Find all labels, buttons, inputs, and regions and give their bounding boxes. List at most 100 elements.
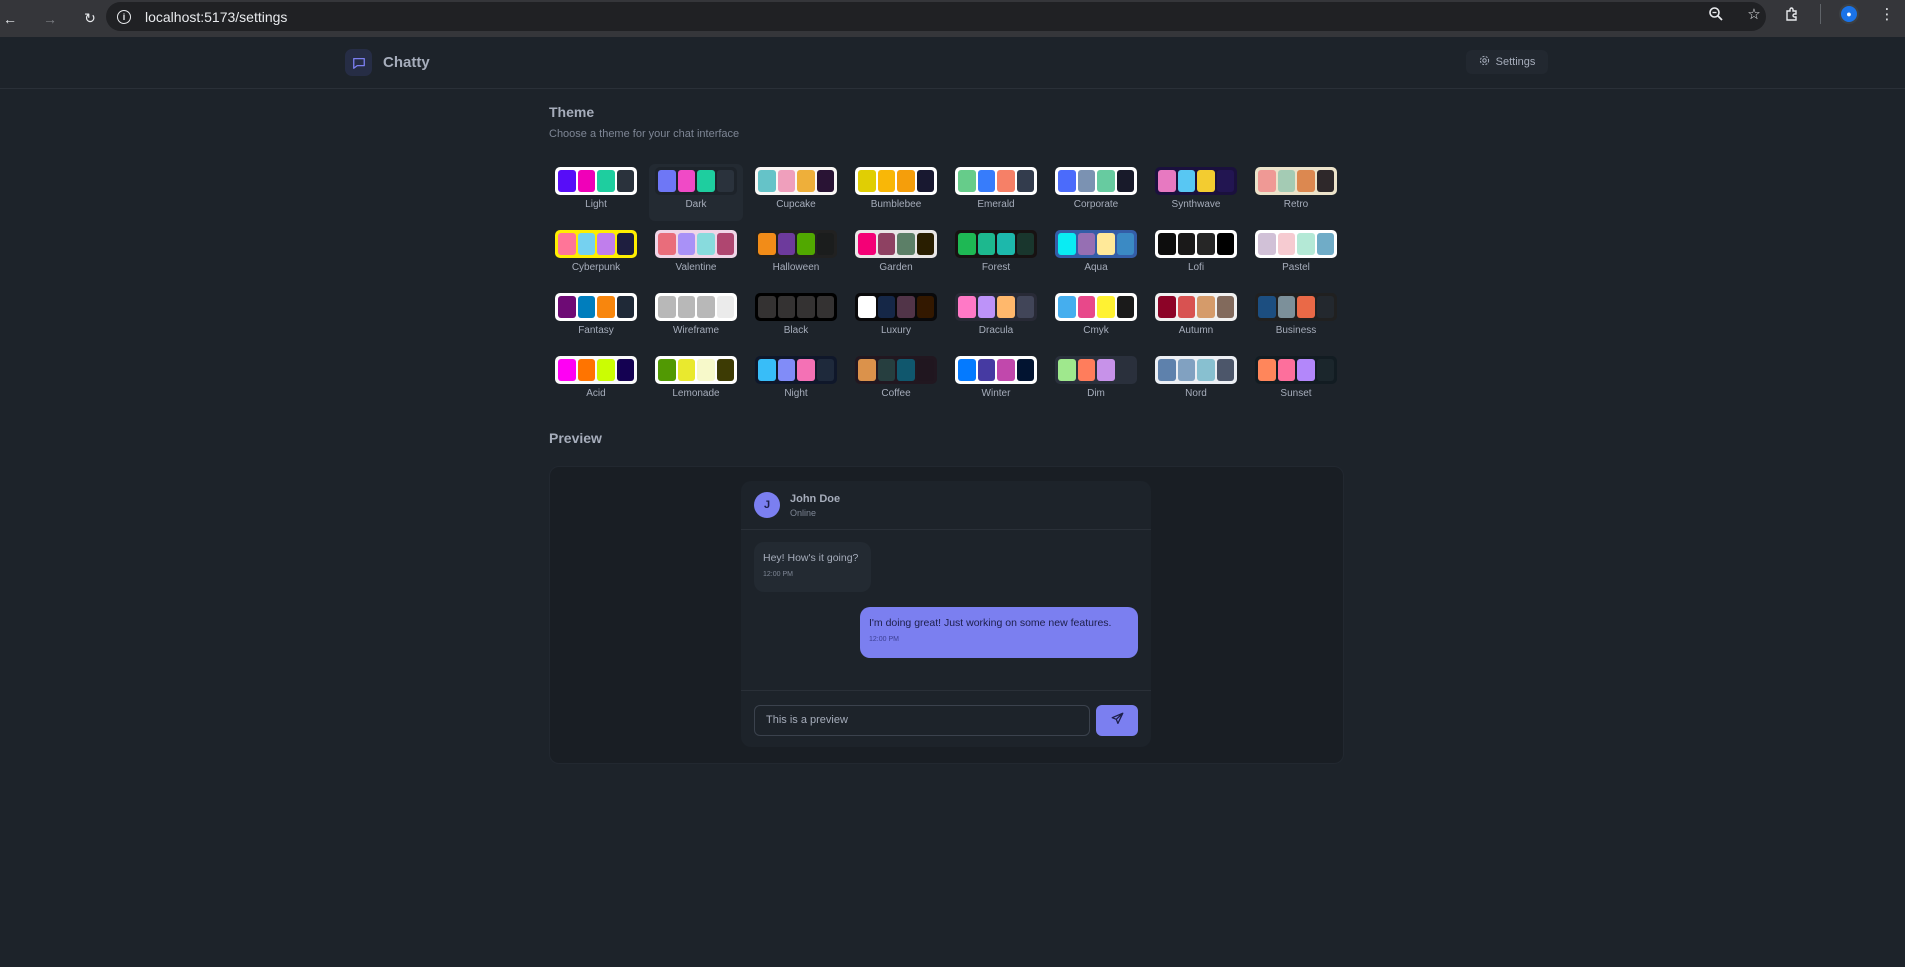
theme-option-valentine[interactable]: Valentine — [649, 227, 743, 284]
theme-option-garden[interactable]: Garden — [849, 227, 943, 284]
theme-option-synthwave[interactable]: Synthwave — [1149, 164, 1243, 221]
message-input[interactable]: This is a preview — [754, 705, 1090, 736]
theme-option-coffee[interactable]: Coffee — [849, 353, 943, 410]
message-time: 12:00 PM — [763, 571, 793, 578]
theme-name: Night — [784, 388, 808, 399]
theme-option-lemonade[interactable]: Lemonade — [649, 353, 743, 410]
theme-swatch-preview — [855, 356, 937, 384]
theme-option-forest[interactable]: Forest — [949, 227, 1043, 284]
theme-option-business[interactable]: Business — [1249, 290, 1343, 347]
address-url[interactable]: localhost:5173/settings — [145, 9, 287, 25]
color-swatch — [616, 296, 634, 318]
color-swatch — [758, 233, 776, 255]
color-swatch — [977, 296, 995, 318]
color-swatch — [997, 296, 1015, 318]
theme-option-cyberpunk[interactable]: Cyberpunk — [549, 227, 643, 284]
reload-icon[interactable]: ↻ — [81, 10, 99, 28]
color-swatch — [897, 233, 915, 255]
color-swatch — [697, 296, 715, 318]
theme-option-acid[interactable]: Acid — [549, 353, 643, 410]
theme-name: Forest — [981, 262, 1011, 273]
color-swatch — [597, 170, 615, 192]
theme-option-cmyk[interactable]: Cmyk — [1049, 290, 1143, 347]
theme-swatch-preview — [855, 167, 937, 195]
extensions-icon[interactable] — [1782, 4, 1802, 24]
theme-option-wireframe[interactable]: Wireframe — [649, 290, 743, 347]
theme-option-lofi[interactable]: Lofi — [1149, 227, 1243, 284]
menu-kebab-icon[interactable]: ⋮ — [1877, 4, 1897, 24]
theme-option-winter[interactable]: Winter — [949, 353, 1043, 410]
color-swatch — [1058, 296, 1076, 318]
theme-option-emerald[interactable]: Emerald — [949, 164, 1043, 221]
color-swatch — [1297, 359, 1315, 381]
color-swatch — [897, 170, 915, 192]
avatar: J — [754, 492, 780, 518]
contact-status: Online — [790, 507, 817, 518]
section-title: Theme — [549, 104, 595, 120]
theme-name: Winter — [981, 388, 1011, 399]
color-swatch — [658, 170, 676, 192]
theme-option-sunset[interactable]: Sunset — [1249, 353, 1343, 410]
theme-name: Business — [1275, 325, 1317, 336]
color-swatch — [558, 359, 576, 381]
theme-option-bumblebee[interactable]: Bumblebee — [849, 164, 943, 221]
theme-option-halloween[interactable]: Halloween — [749, 227, 843, 284]
send-button[interactable] — [1096, 705, 1138, 736]
forward-arrow-icon[interactable]: → — [41, 10, 59, 28]
theme-option-night[interactable]: Night — [749, 353, 843, 410]
color-swatch — [558, 296, 576, 318]
profile-avatar[interactable]: ● — [1839, 4, 1859, 24]
color-swatch — [1297, 170, 1315, 192]
theme-swatch-preview — [655, 293, 737, 321]
color-swatch — [677, 296, 695, 318]
color-swatch — [758, 170, 776, 192]
theme-option-aqua[interactable]: Aqua — [1049, 227, 1143, 284]
color-swatch — [558, 233, 576, 255]
theme-option-autumn[interactable]: Autumn — [1149, 290, 1243, 347]
color-swatch — [577, 296, 595, 318]
theme-name: Lemonade — [672, 388, 720, 399]
theme-swatch-preview — [855, 293, 937, 321]
theme-option-pastel[interactable]: Pastel — [1249, 227, 1343, 284]
color-swatch — [777, 296, 795, 318]
theme-swatch-preview — [1055, 167, 1137, 195]
theme-option-dark[interactable]: Dark — [649, 164, 743, 221]
theme-option-dim[interactable]: Dim — [1049, 353, 1143, 410]
theme-swatch-preview — [1055, 356, 1137, 384]
theme-option-nord[interactable]: Nord — [1149, 353, 1243, 410]
color-swatch — [658, 359, 676, 381]
theme-swatch-preview — [655, 230, 737, 258]
theme-swatch-preview — [955, 230, 1037, 258]
back-arrow-icon[interactable]: ← — [1, 10, 19, 28]
theme-option-cupcake[interactable]: Cupcake — [749, 164, 843, 221]
theme-option-light[interactable]: Light — [549, 164, 643, 221]
theme-name: Dracula — [978, 325, 1014, 336]
color-swatch — [1316, 170, 1334, 192]
theme-option-fantasy[interactable]: Fantasy — [549, 290, 643, 347]
theme-option-black[interactable]: Black — [749, 290, 843, 347]
theme-option-corporate[interactable]: Corporate — [1049, 164, 1143, 221]
theme-option-retro[interactable]: Retro — [1249, 164, 1343, 221]
bookmark-star-icon[interactable]: ☆ — [1744, 4, 1764, 24]
color-swatch — [1097, 170, 1115, 192]
brand-link[interactable]: Chatty — [345, 49, 430, 76]
theme-swatch-preview — [755, 356, 837, 384]
address-bar[interactable]: i localhost:5173/settings — [106, 2, 1766, 31]
color-swatch — [1277, 296, 1295, 318]
color-swatch — [816, 359, 834, 381]
site-info-icon[interactable]: i — [117, 9, 131, 24]
color-swatch — [916, 296, 934, 318]
color-swatch — [977, 170, 995, 192]
color-swatch — [1277, 359, 1295, 381]
theme-option-dracula[interactable]: Dracula — [949, 290, 1043, 347]
zoom-icon[interactable] — [1706, 4, 1726, 24]
browser-toolbar: ← → ↻ i localhost:5173/settings ☆ ● ⋮ — [0, 0, 1905, 37]
theme-option-luxury[interactable]: Luxury — [849, 290, 943, 347]
color-swatch — [558, 170, 576, 192]
color-swatch — [877, 296, 895, 318]
color-swatch — [797, 296, 815, 318]
contact-name: John Doe — [790, 492, 841, 505]
settings-button[interactable]: Settings — [1466, 50, 1548, 74]
color-swatch — [1158, 296, 1176, 318]
color-swatch — [677, 233, 695, 255]
